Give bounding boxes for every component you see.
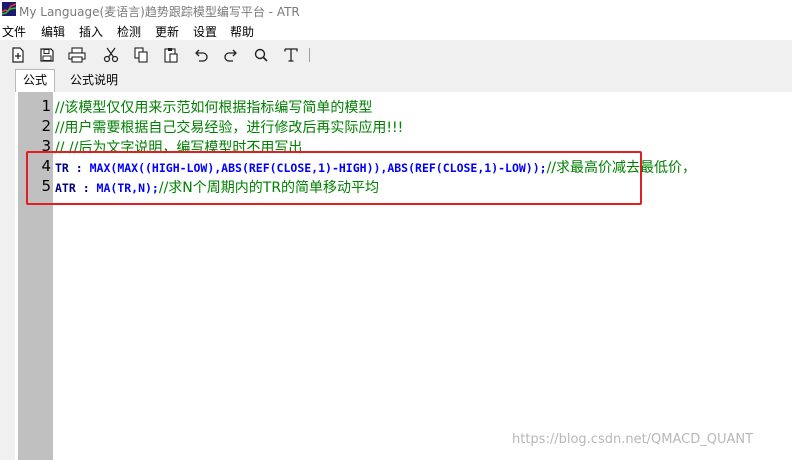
code-comment: //该模型仅仅用来示范如何根据指标编写简单的模型 bbox=[55, 100, 373, 116]
search-button[interactable] bbox=[251, 45, 271, 65]
menu-file[interactable]: 文件 bbox=[2, 23, 26, 40]
print-button[interactable] bbox=[67, 45, 87, 65]
menu-settings[interactable]: 设置 bbox=[193, 23, 217, 40]
text-icon bbox=[284, 48, 298, 62]
toolbar bbox=[0, 40, 792, 70]
line-number: 2 bbox=[41, 117, 51, 135]
text-button[interactable] bbox=[281, 45, 301, 65]
toolbar-separator bbox=[309, 48, 310, 62]
new-file-icon bbox=[12, 47, 24, 63]
save-button[interactable] bbox=[37, 45, 57, 65]
copy-icon bbox=[134, 47, 148, 63]
undo-button[interactable] bbox=[191, 45, 211, 65]
paste-button[interactable] bbox=[161, 45, 181, 65]
code-line: 2 //用户需要根据自己交易经验，进行修改后再实际应用!!! bbox=[18, 116, 792, 136]
print-icon bbox=[68, 47, 86, 63]
cut-button[interactable] bbox=[101, 45, 121, 65]
tab-formula[interactable]: 公式 bbox=[15, 69, 55, 92]
search-icon bbox=[254, 48, 268, 62]
tab-formula-description[interactable]: 公式说明 bbox=[64, 70, 124, 90]
watermark: https://blog.csdn.net/QMACD_QUANT bbox=[512, 432, 754, 447]
menu-help[interactable]: 帮助 bbox=[230, 23, 254, 40]
redo-icon bbox=[224, 49, 237, 62]
app-logo-icon bbox=[2, 2, 16, 16]
menu-check[interactable]: 检测 bbox=[117, 23, 141, 40]
code-line: 1 //该模型仅仅用来示范如何根据指标编写简单的模型 bbox=[18, 96, 792, 116]
menu-edit[interactable]: 编辑 bbox=[41, 23, 65, 40]
tab-bar: 公式 公式说明 bbox=[0, 69, 792, 92]
title-bar: My Language(麦语言)趋势跟踪模型编写平台 - ATR bbox=[0, 0, 792, 20]
menu-insert[interactable]: 插入 bbox=[79, 23, 103, 40]
code-comment: //用户需要根据自己交易经验，进行修改后再实际应用!!! bbox=[55, 120, 404, 136]
window-title: My Language(麦语言)趋势跟踪模型编写平台 - ATR bbox=[19, 5, 300, 19]
cut-icon bbox=[103, 47, 119, 63]
save-icon bbox=[40, 48, 54, 62]
undo-icon bbox=[195, 49, 208, 62]
copy-button[interactable] bbox=[131, 45, 151, 65]
menu-update[interactable]: 更新 bbox=[155, 23, 179, 40]
menu-bar: 文件 编辑 插入 检测 更新 设置 帮助 bbox=[0, 20, 792, 40]
highlight-annotation bbox=[26, 151, 642, 205]
redo-button[interactable] bbox=[221, 45, 241, 65]
new-file-button[interactable] bbox=[8, 45, 28, 65]
line-number: 1 bbox=[41, 97, 51, 115]
paste-icon bbox=[164, 48, 178, 63]
